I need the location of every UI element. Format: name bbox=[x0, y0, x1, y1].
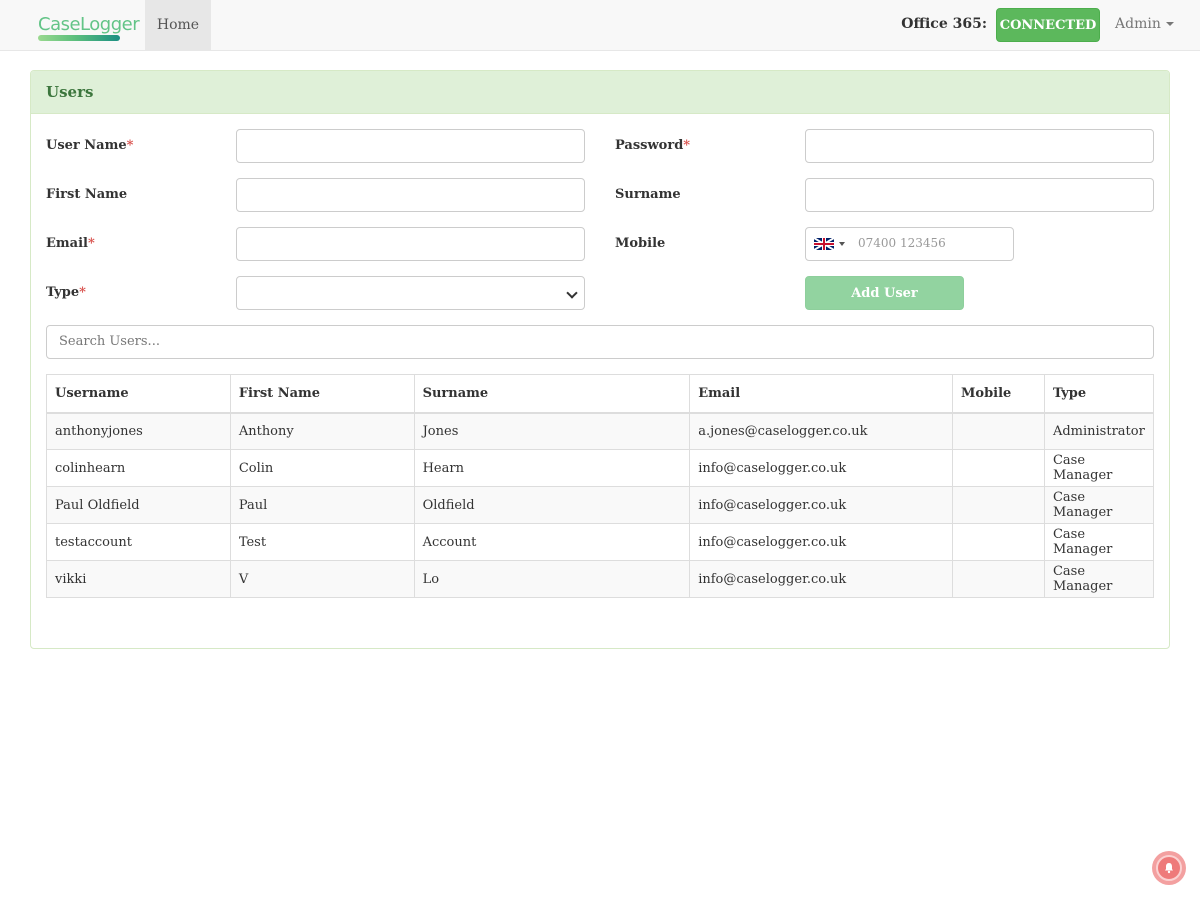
navbar: CaseLogger Home Office 365: CONNECTED Ad… bbox=[0, 0, 1200, 51]
logo-text: CaseLogger bbox=[38, 14, 140, 35]
cell-type: Case Manager bbox=[1043, 560, 1155, 598]
column-header-surname[interactable]: Surname bbox=[413, 374, 691, 414]
cell-surname: Lo bbox=[413, 560, 691, 598]
column-header-type[interactable]: Type bbox=[1043, 374, 1155, 414]
cell-type: Administrator bbox=[1043, 412, 1155, 450]
cell-email: info@caselogger.co.uk bbox=[689, 449, 954, 487]
uk-flag-icon bbox=[814, 238, 834, 250]
username-label-text: User Name bbox=[46, 138, 127, 153]
cell-surname: Jones bbox=[413, 412, 691, 450]
cell-mobile bbox=[952, 523, 1045, 561]
cell-firstname: Anthony bbox=[229, 412, 415, 450]
cell-mobile bbox=[952, 449, 1045, 487]
mobile-placeholder: 07400 123456 bbox=[858, 236, 946, 250]
cell-type: Case Manager bbox=[1043, 449, 1155, 487]
surname-label: Surname bbox=[615, 187, 681, 202]
cell-username: colinhearn bbox=[46, 449, 231, 487]
table-row[interactable]: testaccount Test Account info@caselogger… bbox=[46, 523, 1155, 561]
cell-firstname: Colin bbox=[229, 449, 415, 487]
required-mark: * bbox=[683, 138, 691, 153]
column-header-mobile[interactable]: Mobile bbox=[952, 374, 1045, 414]
required-mark: * bbox=[87, 236, 95, 251]
required-mark: * bbox=[79, 285, 86, 300]
mobile-label: Mobile bbox=[615, 236, 666, 251]
table-row[interactable]: vikki V Lo info@caselogger.co.uk Case Ma… bbox=[46, 560, 1155, 598]
nav-home-link[interactable]: Home bbox=[145, 0, 211, 50]
type-label: Type* bbox=[46, 285, 86, 300]
chevron-down-icon bbox=[566, 287, 578, 299]
column-header-email[interactable]: Email bbox=[689, 374, 954, 414]
email-label: Email* bbox=[46, 236, 95, 251]
bell-icon bbox=[1156, 855, 1182, 881]
cell-email: a.jones@caselogger.co.uk bbox=[689, 412, 954, 450]
office365-connected-button[interactable]: CONNECTED bbox=[996, 8, 1100, 42]
cell-mobile bbox=[952, 560, 1045, 598]
password-input[interactable] bbox=[805, 129, 1154, 163]
add-user-button[interactable]: Add User bbox=[805, 276, 964, 310]
email-input[interactable] bbox=[236, 227, 585, 261]
cell-type: Case Manager bbox=[1043, 486, 1155, 524]
cell-surname: Account bbox=[413, 523, 691, 561]
admin-label: Admin bbox=[1115, 16, 1161, 32]
office365-label: Office 365: bbox=[901, 16, 987, 32]
username-input[interactable] bbox=[236, 129, 585, 163]
cell-username: anthonyjones bbox=[46, 412, 231, 450]
cell-firstname: V bbox=[229, 560, 415, 598]
cell-username: Paul Oldfield bbox=[46, 486, 231, 524]
users-panel: Users User Name* Password* First Name Su… bbox=[30, 70, 1170, 649]
type-label-text: Type bbox=[46, 285, 80, 300]
cell-type: Case Manager bbox=[1043, 523, 1155, 561]
panel-title: Users bbox=[31, 71, 1169, 114]
logo-swoosh-icon bbox=[38, 35, 120, 41]
caselogger-logo[interactable]: CaseLogger bbox=[36, 12, 140, 44]
username-label: User Name* bbox=[46, 138, 133, 153]
cell-firstname: Test bbox=[229, 523, 415, 561]
caret-down-icon bbox=[1165, 22, 1174, 26]
table-row[interactable]: Paul Oldfield Paul Oldfield info@caselog… bbox=[46, 486, 1155, 524]
type-select[interactable] bbox=[236, 276, 585, 310]
cell-surname: Hearn bbox=[413, 449, 691, 487]
table-header-row: Username First Name Surname Email Mobile… bbox=[46, 374, 1155, 414]
cell-email: info@caselogger.co.uk bbox=[689, 523, 954, 561]
cell-email: info@caselogger.co.uk bbox=[689, 486, 954, 524]
table-row[interactable]: anthonyjones Anthony Jones a.jones@casel… bbox=[46, 412, 1155, 450]
cell-email: info@caselogger.co.uk bbox=[689, 560, 954, 598]
table-row[interactable]: colinhearn Colin Hearn info@caselogger.c… bbox=[46, 449, 1155, 487]
password-label: Password* bbox=[615, 138, 690, 153]
firstname-input[interactable] bbox=[236, 178, 585, 212]
cell-username: testaccount bbox=[46, 523, 231, 561]
column-header-firstname[interactable]: First Name bbox=[229, 374, 415, 414]
admin-dropdown[interactable]: Admin bbox=[1115, 16, 1174, 32]
cell-firstname: Paul bbox=[229, 486, 415, 524]
required-mark: * bbox=[126, 138, 134, 153]
email-label-text: Email bbox=[46, 236, 88, 251]
cell-mobile bbox=[952, 412, 1045, 450]
password-label-text: Password bbox=[615, 138, 684, 153]
caret-down-icon bbox=[839, 242, 845, 246]
mobile-input[interactable]: 07400 123456 bbox=[805, 227, 1014, 261]
users-table: Username First Name Surname Email Mobile… bbox=[46, 374, 1155, 598]
cell-mobile bbox=[952, 486, 1045, 524]
search-users-input[interactable]: Search Users... bbox=[46, 325, 1154, 359]
cell-surname: Oldfield bbox=[413, 486, 691, 524]
cell-username: vikki bbox=[46, 560, 231, 598]
country-selector[interactable] bbox=[806, 228, 852, 260]
surname-input[interactable] bbox=[805, 178, 1154, 212]
notification-bell-button[interactable] bbox=[1152, 851, 1186, 885]
firstname-label: First Name bbox=[46, 187, 128, 202]
column-header-username[interactable]: Username bbox=[46, 374, 231, 414]
